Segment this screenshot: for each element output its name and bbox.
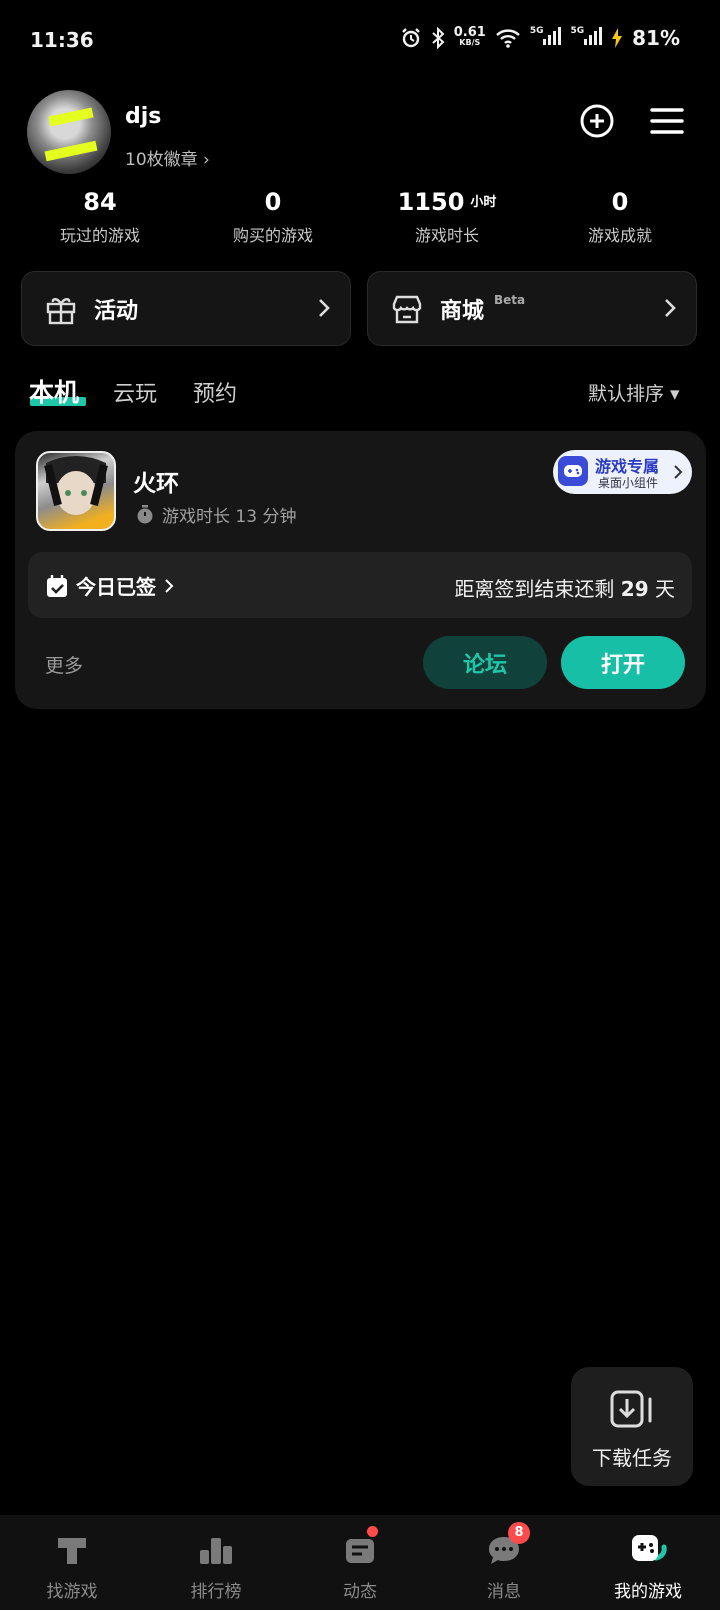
nav-ranking[interactable]: 排行榜: [144, 1530, 288, 1602]
wifi-icon: [495, 29, 520, 48]
nav-my-games[interactable]: 我的游戏: [576, 1530, 720, 1602]
sign-in-remaining: 距离签到结束还剩 29 天: [454, 577, 675, 601]
gamepad-icon: [558, 456, 588, 486]
status-icons: 0.61 KB/S 5G 5G 81%: [400, 26, 680, 50]
store-card[interactable]: 商城 Beta: [367, 271, 697, 346]
ranking-icon: [200, 1538, 232, 1564]
badges-link[interactable]: 10枚徽章 ›: [125, 145, 210, 170]
game-icon[interactable]: [36, 451, 116, 531]
network-speed: 0.61 KB/S: [453, 25, 486, 47]
activity-title: 活动: [94, 299, 139, 324]
my-games-icon: [632, 1535, 667, 1561]
forum-button[interactable]: 论坛: [423, 636, 547, 689]
store-title: 商城 Beta: [440, 293, 526, 324]
battery-level: 81%: [632, 26, 680, 50]
find-games-icon: [58, 1538, 86, 1564]
bluetooth-icon: [432, 27, 445, 49]
game-art-icon: [44, 456, 108, 515]
gift-icon: [46, 298, 76, 325]
avatar[interactable]: [27, 90, 111, 174]
store-icon: [392, 295, 422, 324]
tab-cloud[interactable]: 云玩: [113, 376, 157, 408]
charging-icon: [612, 28, 623, 48]
more-link[interactable]: 更多: [45, 651, 83, 678]
download-tasks-button[interactable]: 下载任务: [571, 1367, 693, 1486]
stopwatch-icon: [137, 504, 153, 523]
stat-achievements[interactable]: 0 游戏成就: [535, 188, 705, 246]
username: djs: [125, 104, 162, 129]
beta-tag: Beta: [494, 293, 526, 307]
signal-sim2: 5G: [570, 26, 603, 50]
game-name[interactable]: 火环: [133, 464, 179, 498]
stat-purchased-games[interactable]: 0 购买的游戏: [188, 188, 358, 246]
calendar-check-icon: [47, 574, 67, 597]
tab-reserve[interactable]: 预约: [193, 376, 237, 408]
chevron-right-icon: [665, 299, 676, 317]
status-time: 11:36: [30, 28, 94, 52]
open-button[interactable]: 打开: [561, 636, 685, 689]
status-bar: 11:36 0.61 KB/S 5G 5G 81%: [0, 0, 720, 86]
menu-icon[interactable]: [650, 106, 684, 136]
nav-messages[interactable]: 8 消息: [432, 1522, 576, 1602]
signal-sim1: 5G: [530, 26, 562, 50]
alarm-icon: [401, 28, 420, 48]
chevron-right-icon: [165, 578, 174, 593]
activity-card[interactable]: 活动: [21, 271, 351, 346]
nav-find-games[interactable]: 找游戏: [0, 1530, 144, 1602]
feed-unread-dot: [367, 1526, 378, 1537]
download-tasks-label: 下载任务: [592, 1446, 672, 1470]
game-playtime: 游戏时长 13 分钟: [136, 502, 296, 527]
sort-dropdown[interactable]: 默认排序 ▾: [588, 379, 680, 406]
message-count-badge: 8: [508, 1522, 530, 1544]
signed-in-status[interactable]: 今日已签: [46, 571, 174, 600]
stat-played-games[interactable]: 84 玩过的游戏: [15, 188, 185, 246]
stat-playtime[interactable]: 1150 小时 游戏时长: [362, 188, 532, 246]
download-icon: [610, 1390, 652, 1428]
chevron-right-icon: [674, 465, 683, 479]
desktop-widget-button[interactable]: 游戏专属 桌面小组件: [553, 450, 692, 494]
tab-local[interactable]: 本机: [29, 373, 79, 409]
nav-feed[interactable]: 动态: [288, 1526, 432, 1602]
add-button[interactable]: [580, 104, 614, 138]
chevron-right-icon: [319, 299, 330, 317]
